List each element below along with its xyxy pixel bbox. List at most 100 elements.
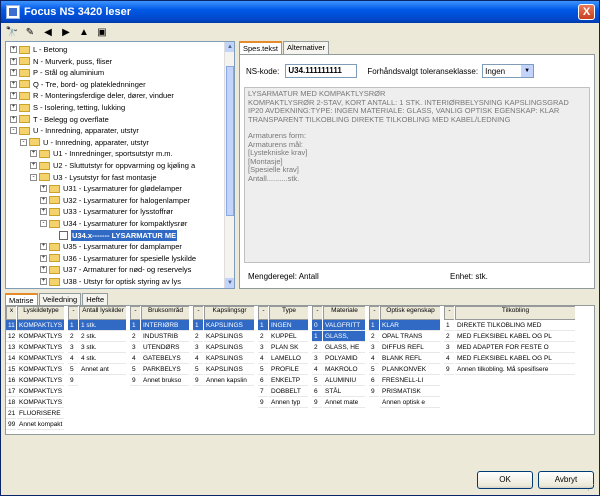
matrix-cell[interactable]: ENKELTP: [269, 375, 308, 386]
collapse-icon[interactable]: -: [20, 138, 27, 146]
tab-spes-tekst[interactable]: Spes.tekst: [239, 41, 283, 54]
matrix-cell[interactable]: 9: [369, 386, 379, 397]
matrix-cell[interactable]: 17: [6, 386, 16, 397]
matrix-cell[interactable]: VALGFRITT: [323, 320, 365, 331]
matrix-cell[interactable]: 4: [369, 353, 379, 364]
matrix-cell[interactable]: 3: [193, 342, 203, 353]
matrix-cell[interactable]: KOMPAKTLYS: [17, 331, 64, 342]
tree-item[interactable]: + U33 - Lysarmaturer for lysstoffrør: [40, 206, 173, 217]
matrix-cell[interactable]: KOMPAKTLYS: [17, 397, 64, 408]
matrix-cell[interactable]: Annen optisk e: [380, 397, 440, 408]
matrix-cell[interactable]: 4: [258, 353, 268, 364]
matrix-cell[interactable]: 9: [444, 364, 454, 375]
matrix-cell[interactable]: 3: [444, 342, 454, 353]
column-header[interactable]: Type: [269, 306, 308, 320]
expand-icon[interactable]: +: [10, 80, 17, 88]
scroll-thumb[interactable]: [226, 66, 234, 216]
matrix-cell[interactable]: KOMPAKTLYS: [17, 342, 64, 353]
matrix-cell[interactable]: 11: [6, 320, 16, 331]
column-header[interactable]: Antall lyskilder: [79, 306, 126, 320]
matrix-cell[interactable]: 2: [258, 331, 268, 342]
column-header[interactable]: -: [193, 306, 203, 320]
matrix-cell[interactable]: PLAN SK: [269, 342, 308, 353]
tree-item[interactable]: + L - Betong: [10, 44, 67, 55]
column-header[interactable]: Tilkobling: [455, 306, 575, 320]
matrix-cell[interactable]: KAPSLINGS: [204, 364, 254, 375]
expand-icon[interactable]: +: [40, 243, 47, 251]
chevron-down-icon[interactable]: ▼: [521, 65, 534, 77]
matrix-cell[interactable]: 2: [369, 331, 379, 342]
matrix-cell[interactable]: 3: [130, 342, 140, 353]
matrix-cell[interactable]: MAKROLO: [323, 364, 365, 375]
title-bar[interactable]: Focus NS 3420 leser X: [1, 1, 599, 23]
back-icon[interactable]: ◀: [41, 27, 55, 38]
matrix-cell[interactable]: 5: [68, 364, 78, 375]
ns-code-field[interactable]: U34.111111111: [285, 64, 358, 78]
tab-hefte[interactable]: Hefte: [82, 293, 109, 305]
matrix-cell[interactable]: 18: [6, 397, 16, 408]
tree-item[interactable]: + S - Isolering, tetting, lukking: [10, 102, 125, 113]
matrix-cell[interactable]: POLYAMID: [323, 353, 365, 364]
matrix-cell[interactable]: KAPSLINGS: [204, 331, 254, 342]
close-button[interactable]: X: [578, 4, 595, 20]
matrix-cell[interactable]: 3 stk.: [79, 342, 126, 353]
matrix-cell[interactable]: Annen kapslin: [204, 375, 254, 386]
matrix-cell[interactable]: GLASS, HE: [323, 342, 365, 353]
tree-item[interactable]: + U31 - Lysarmaturer for glødelamper: [40, 183, 182, 194]
matrix-cell[interactable]: 9: [68, 375, 78, 386]
matrix-cell[interactable]: MED ADAPTER FOR FESTE O: [455, 342, 575, 353]
matrix-cell[interactable]: 5: [193, 364, 203, 375]
matrix-cell[interactable]: 99: [6, 419, 16, 430]
matrix-cell[interactable]: PRISMATISK: [380, 386, 440, 397]
expand-icon[interactable]: +: [40, 196, 47, 204]
collapse-icon[interactable]: -: [30, 173, 37, 181]
matrix-cell[interactable]: Annen tilkobling. Må spesifisere: [455, 364, 575, 375]
matrix-cell[interactable]: 9: [258, 397, 268, 408]
matrix-cell[interactable]: 1: [130, 320, 140, 331]
expand-icon[interactable]: +: [10, 46, 17, 53]
expand-icon[interactable]: +: [40, 278, 47, 285]
matrix-cell[interactable]: 2: [312, 342, 322, 353]
column-header[interactable]: Materiale: [323, 306, 365, 320]
matrix-cell[interactable]: Annet kompakt: [17, 419, 64, 430]
matrix-grid[interactable]: x 11 12 13 14 15 16 17 18 21 99 Lyskildetype KOMPAKT…: [5, 305, 595, 435]
tab-veiledning[interactable]: Veiledning: [38, 293, 82, 305]
matrix-cell[interactable]: Annet ant: [79, 364, 126, 375]
matrix-cell[interactable]: 3: [369, 342, 379, 353]
tree-item[interactable]: + Q - Tre, bord- og plateklednninger: [10, 79, 146, 90]
lock-icon[interactable]: ✎: [23, 27, 37, 38]
tab-alternativer[interactable]: Alternativer: [283, 41, 329, 54]
tab-matrise[interactable]: Matrise: [5, 293, 38, 305]
matrix-cell[interactable]: 4: [68, 353, 78, 364]
expand-icon[interactable]: +: [40, 208, 47, 216]
matrix-cell[interactable]: 4: [444, 353, 454, 364]
tree-item[interactable]: + T - Belegg og overflate: [10, 114, 109, 125]
matrix-cell[interactable]: 9: [312, 397, 322, 408]
matrix-cell[interactable]: 5: [369, 364, 379, 375]
matrix-cell[interactable]: 7: [258, 386, 268, 397]
matrix-cell[interactable]: 14: [6, 353, 16, 364]
matrix-cell[interactable]: KOMPAKTLYS: [17, 375, 64, 386]
column-header[interactable]: -: [444, 306, 454, 320]
tree-scrollbar[interactable]: ▲ ▼: [224, 42, 234, 288]
matrix-cell[interactable]: 9: [130, 375, 140, 386]
matrix-cell[interactable]: 2 stk.: [79, 331, 126, 342]
tolerance-select[interactable]: Ingen ▼: [482, 64, 535, 78]
matrix-cell[interactable]: KAPSLINGS: [204, 353, 254, 364]
matrix-cell[interactable]: 12: [6, 331, 16, 342]
tree-item[interactable]: + U37 - Armaturer for nød- og reservelys: [40, 264, 191, 275]
matrix-cell[interactable]: MED FLEKSIBEL KABEL OG PL: [455, 331, 575, 342]
matrix-cell[interactable]: KAPSLINGS: [204, 320, 254, 331]
matrix-cell[interactable]: FLUORISERE: [17, 408, 64, 419]
matrix-cell[interactable]: Annet brukso: [141, 375, 189, 386]
matrix-cell[interactable]: 5: [130, 364, 140, 375]
expand-icon[interactable]: +: [30, 162, 37, 169]
expand-icon[interactable]: +: [10, 57, 17, 65]
column-header[interactable]: -: [312, 306, 322, 320]
matrix-cell[interactable]: STÅL: [323, 386, 365, 397]
matrix-cell[interactable]: 4: [312, 364, 322, 375]
expand-icon[interactable]: +: [40, 185, 47, 193]
expand-icon[interactable]: +: [40, 254, 47, 262]
up-icon[interactable]: ▲: [77, 27, 91, 38]
matrix-cell[interactable]: DIREKTE TILKOBLING MED: [455, 320, 575, 331]
